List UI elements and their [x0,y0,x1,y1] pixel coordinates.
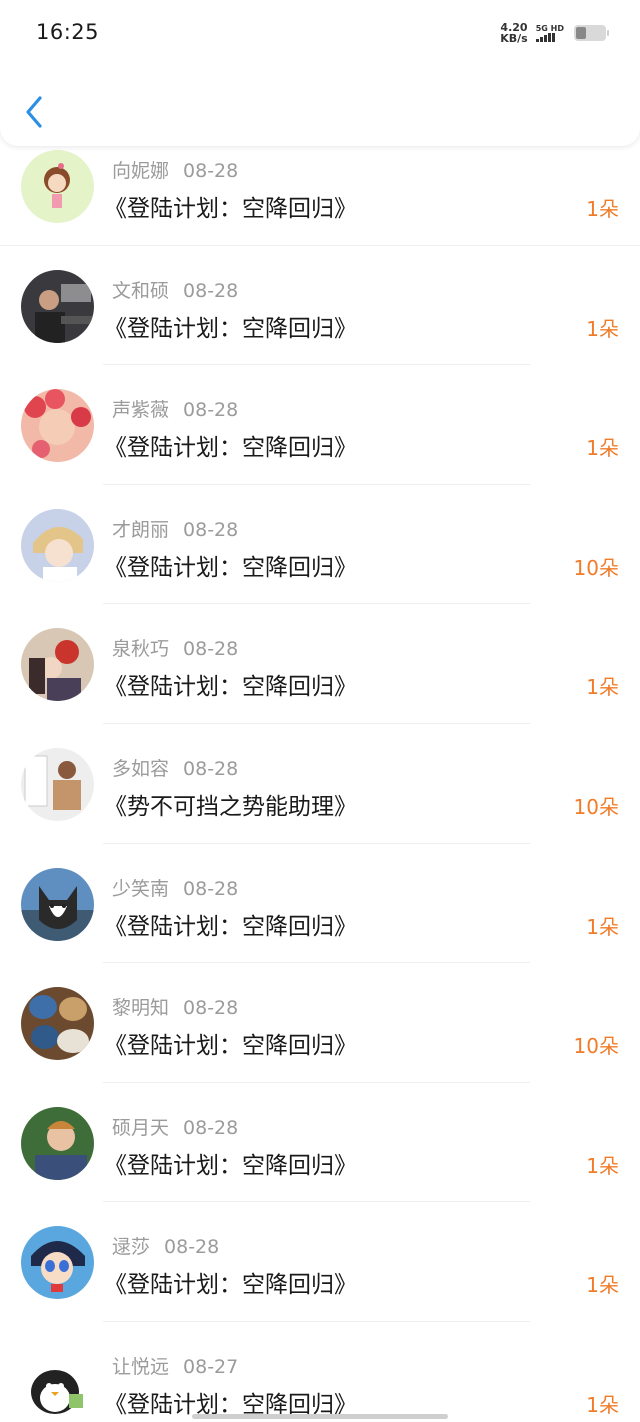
list-item[interactable]: 声紫薇 08-28 《登陆计划：空降回归》 1朵 [0,365,640,485]
avatar[interactable] [21,508,94,582]
sender-date: 08-28 [183,997,239,1020]
sender-date: 08-28 [183,638,239,661]
book-title[interactable]: 《登陆计划：空降回归》 [104,1026,357,1060]
book-title[interactable]: 《登陆计划：空降回归》 [104,667,357,701]
sender-line: 硕月天 08-28 [112,1113,238,1140]
status-time: 16:25 [36,20,100,44]
list-item[interactable]: 才朗丽 08-28 《登陆计划：空降回归》 10朵 [0,485,640,605]
sender-date: 08-28 [183,399,239,422]
sender-name: 少笑南 [112,877,170,900]
book-title[interactable]: 《登陆计划：空降回归》 [104,1265,357,1299]
avatar[interactable] [21,1106,94,1180]
avatar[interactable] [21,269,94,343]
sender-name: 硕月天 [112,1116,170,1139]
book-title[interactable]: 《登陆计划：空降回归》 [104,309,357,343]
network-speed: 4.20 KB/s [500,22,527,44]
list-item[interactable]: 硕月天 08-28 《登陆计划：空降回归》 1朵 [0,1083,640,1203]
sender-line: 逯莎 08-28 [112,1232,219,1259]
avatar[interactable] [21,150,94,223]
network-speed-unit: KB/s [500,32,528,45]
sender-date: 08-28 [164,1236,220,1259]
list-item[interactable]: 泉秋巧 08-28 《登陆计划：空降回归》 1朵 [0,604,640,724]
sender-line: 文和硕 08-28 [112,276,238,303]
sender-date: 08-28 [183,877,239,900]
sender-date: 08-28 [183,160,239,182]
avatar[interactable] [21,987,94,1061]
book-title[interactable]: 《登陆计划：空降回归》 [104,548,357,582]
gift-record-list: 向妮娜 08-28 《登陆计划：空降回归》 1朵 文和硕 08-28 《登陆计划：空… [0,126,640,1422]
sender-name: 逯莎 [112,1236,151,1259]
top-bar: 16:25 4.20 KB/s 5G HD [0,0,640,146]
avatar[interactable] [21,389,94,463]
avatar[interactable] [21,628,94,702]
sender-name: 泉秋巧 [112,638,170,661]
book-title[interactable]: 《势不可挡之势能助理》 [104,787,357,821]
sender-date: 08-27 [183,1355,239,1378]
network-type-label: 5G HD [535,24,564,33]
sender-name: 声紫薇 [112,399,170,422]
book-title[interactable]: 《登陆计划：空降回归》 [104,189,357,223]
sender-name: 向妮娜 [112,160,170,182]
gift-count: 1朵 [586,316,619,341]
book-title[interactable]: 《登陆计划：空降回归》 [104,1146,357,1180]
list-item[interactable]: 文和硕 08-28 《登陆计划：空降回归》 1朵 [0,246,640,366]
sender-name: 黎明知 [112,997,170,1020]
battery-icon [574,25,609,41]
sender-date: 08-28 [183,279,239,302]
gift-count: 10朵 [573,555,619,580]
sender-date: 08-28 [183,757,239,780]
sender-line: 声紫薇 08-28 [112,395,238,422]
list-item[interactable]: 黎明知 08-28 《登陆计划：空降回归》 10朵 [0,963,640,1083]
status-indicators: 4.20 KB/s 5G HD [500,22,609,44]
signal-bars-icon [535,33,555,42]
gift-count: 1朵 [586,914,619,939]
sender-name: 文和硕 [112,279,170,302]
list-item[interactable]: 少笑南 08-28 《登陆计划：空降回归》 1朵 [0,844,640,964]
avatar[interactable] [21,747,94,821]
sender-name: 让悦远 [112,1355,170,1378]
gift-count: 10朵 [573,1034,619,1059]
sender-line: 向妮娜 08-28 [112,156,238,183]
home-indicator[interactable] [192,1414,448,1419]
book-title[interactable]: 《登陆计划：空降回归》 [104,907,357,941]
sender-name: 多如容 [112,757,170,780]
sender-date: 08-28 [183,1116,239,1139]
back-button[interactable] [22,94,48,130]
signal-icon: 5G HD [535,24,564,42]
sender-line: 泉秋巧 08-28 [112,634,238,661]
gift-count: 1朵 [586,1153,619,1178]
book-title[interactable]: 《登陆计划：空降回归》 [104,428,357,462]
list-item[interactable]: 让悦远 08-27 《登陆计划：空降回归》 1朵 [0,1322,640,1422]
list-item[interactable]: 逯莎 08-28 《登陆计划：空降回归》 1朵 [0,1202,640,1322]
list-item[interactable]: 多如容 08-28 《势不可挡之势能助理》 10朵 [0,724,640,844]
gift-count: 10朵 [573,794,619,819]
sender-line: 黎明知 08-28 [112,993,238,1020]
avatar[interactable] [21,1226,94,1300]
sender-line: 才朗丽 08-28 [112,515,238,542]
sender-line: 少笑南 08-28 [112,874,238,901]
gift-count: 1朵 [586,197,619,221]
sender-name: 才朗丽 [112,518,170,541]
sender-date: 08-28 [183,518,239,541]
avatar[interactable] [21,867,94,941]
gift-count: 1朵 [586,675,619,700]
sender-line: 多如容 08-28 [112,754,238,781]
chevron-left-icon [26,96,42,128]
gift-count: 1朵 [586,1392,619,1417]
sender-line: 让悦远 08-27 [112,1352,238,1379]
gift-count: 1朵 [586,1273,619,1298]
avatar[interactable] [21,1345,94,1419]
gift-count: 1朵 [586,436,619,461]
